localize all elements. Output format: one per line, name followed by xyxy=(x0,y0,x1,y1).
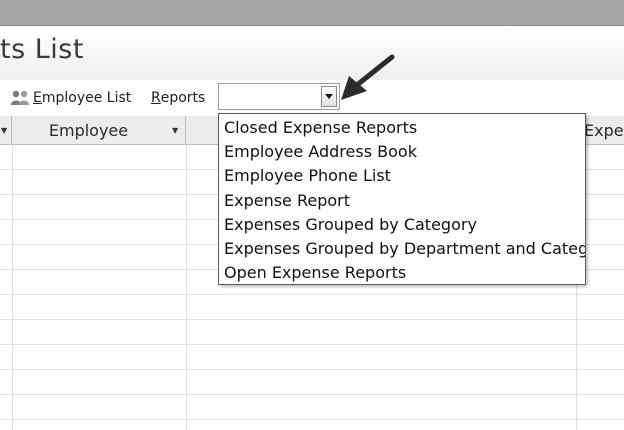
chevron-down-icon[interactable]: ▼ xyxy=(1,126,7,135)
form-title: ts List xyxy=(0,34,84,65)
reports-dropdown-list: Closed Expense Reports Employee Address … xyxy=(218,113,586,285)
chevron-down-icon[interactable]: ▼ xyxy=(172,126,178,135)
dropdown-item-expense-report[interactable]: Expense Report xyxy=(219,189,585,213)
dropdown-item-employee-phone-list[interactable]: Employee Phone List xyxy=(219,164,585,188)
dropdown-item-expenses-by-category[interactable]: Expenses Grouped by Category xyxy=(219,213,585,237)
employee-list-label: mployee List xyxy=(41,90,132,106)
column-header-label: Employee xyxy=(48,120,129,140)
dropdown-item-closed-expense-reports[interactable]: Closed Expense Reports xyxy=(219,116,585,140)
dropdown-item-employee-address-book[interactable]: Employee Address Book xyxy=(219,140,585,164)
dropdown-item-open-expense-reports[interactable]: Open Expense Reports xyxy=(219,261,585,284)
column-header-0[interactable]: ▼ xyxy=(0,116,12,144)
people-icon xyxy=(11,90,29,105)
column-header-employee[interactable]: Employee ▼ xyxy=(12,116,186,144)
dropdown-item-expenses-by-department-category[interactable]: Expenses Grouped by Department and Categ… xyxy=(219,237,585,261)
title-bar xyxy=(0,0,624,26)
employee-list-button[interactable]: Employee List xyxy=(10,87,131,109)
grid-divider xyxy=(186,145,187,430)
grid-divider xyxy=(12,145,13,430)
employee-list-accesskey: E xyxy=(33,90,42,106)
reports-accesskey: R xyxy=(151,90,161,106)
form-header xyxy=(0,26,624,81)
reports-label-text: eports xyxy=(160,90,206,106)
reports-combo[interactable] xyxy=(218,83,340,110)
reports-label: Reports xyxy=(151,87,205,109)
column-header-label: Expen xyxy=(584,120,624,140)
arrow-callout-icon xyxy=(341,54,395,100)
chevron-down-icon xyxy=(325,94,333,99)
